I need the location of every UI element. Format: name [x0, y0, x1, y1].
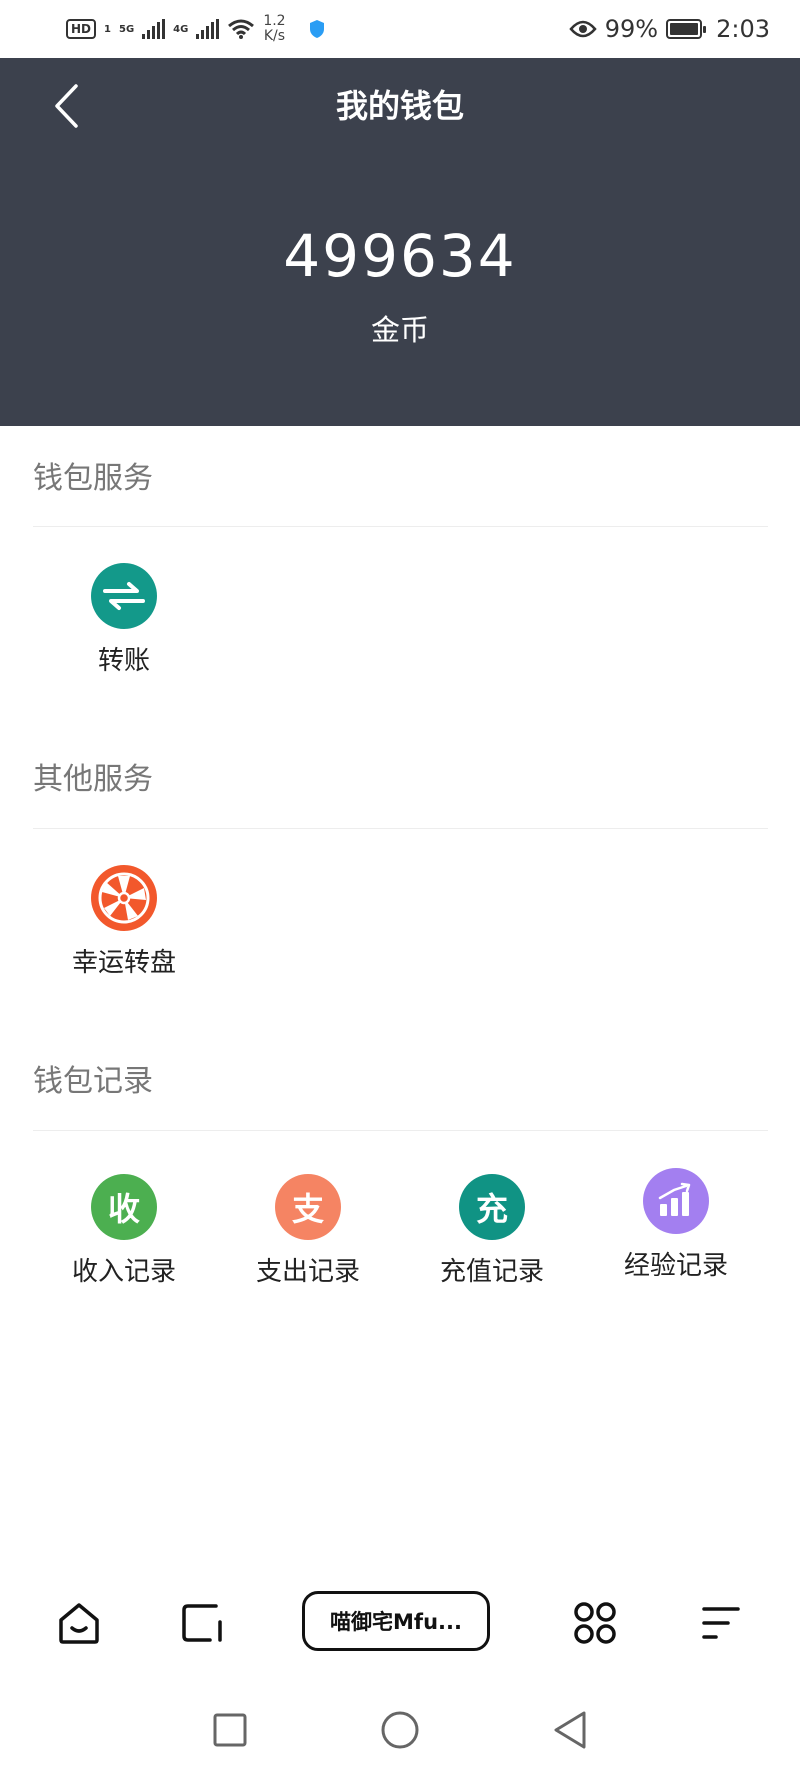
battery-percent: 99% — [604, 15, 659, 43]
expense-record-button[interactable]: 支 支出记录 — [216, 1174, 400, 1292]
recharge-icon: 充 — [459, 1174, 525, 1240]
section-title-other-service: 其他服务 — [33, 762, 153, 797]
speed-unit: K/s — [263, 28, 286, 44]
chart-icon — [643, 1168, 709, 1234]
circle-icon — [381, 1711, 419, 1749]
section-title-wallet-records: 钱包记录 — [33, 1064, 153, 1099]
recharge-record-label: 充值记录 — [439, 1257, 544, 1287]
signal-icon — [142, 19, 166, 39]
system-nav — [0, 1690, 800, 1770]
home-system-button[interactable] — [378, 1708, 422, 1752]
page-title: 我的钱包 — [335, 87, 464, 125]
current-page-pill[interactable]: 喵御宅Mfu... — [302, 1591, 490, 1651]
network-speed: 1.2 K/s — [263, 14, 285, 44]
window-icon — [182, 1604, 222, 1642]
home-icon — [59, 1603, 99, 1644]
status-left: HD 1 5G 4G 1.2 K/s — [66, 10, 326, 48]
battery-icon — [666, 19, 707, 39]
square-icon — [213, 1713, 247, 1747]
transfer-button[interactable]: 转账 — [32, 563, 216, 681]
back-system-button[interactable] — [548, 1708, 592, 1752]
transfer-icon — [91, 563, 157, 629]
lucky-wheel-label: 幸运转盘 — [71, 948, 176, 978]
apps-button[interactable] — [565, 1593, 625, 1653]
currency-label: 金币 — [370, 313, 429, 347]
divider — [33, 828, 768, 829]
net-type-1: 5G — [118, 23, 135, 35]
speed-value: 1.2 — [263, 13, 286, 29]
eye-icon — [569, 20, 597, 38]
coin-balance: 499634 — [283, 222, 517, 290]
menu-button[interactable] — [690, 1593, 750, 1653]
income-record-label: 收入记录 — [71, 1257, 176, 1287]
wallet-header: 我的钱包 499634 金币 — [0, 58, 800, 426]
clock: 2:03 — [716, 15, 770, 43]
recents-button[interactable] — [208, 1708, 252, 1752]
hd-badge: HD — [66, 19, 97, 39]
income-icon: 收 — [91, 1174, 157, 1240]
income-record-button[interactable]: 收 收入记录 — [32, 1174, 216, 1292]
grid-icon — [574, 1602, 616, 1644]
status-bar: HD 1 5G 4G 1.2 K/s 99% 2:03 — [0, 0, 800, 58]
experience-record-label: 经验记录 — [623, 1251, 728, 1281]
bottom-nav: 喵御宅Mfu... — [0, 1575, 800, 1671]
net-type-2: 4G — [173, 23, 189, 35]
wifi-icon — [228, 19, 255, 39]
status-right: 99% 2:03 — [569, 10, 770, 48]
divider — [33, 1130, 768, 1131]
lucky-wheel-button[interactable]: 幸运转盘 — [32, 865, 216, 983]
divider — [33, 526, 768, 527]
signal-icon — [196, 19, 220, 39]
transfer-label: 转账 — [97, 646, 150, 676]
expense-record-label: 支出记录 — [255, 1257, 360, 1287]
expense-icon: 支 — [275, 1174, 341, 1240]
home-button[interactable] — [49, 1593, 109, 1653]
sim-slot: 1 — [104, 23, 111, 35]
shield-icon — [309, 20, 324, 38]
recharge-record-button[interactable]: 充 充值记录 — [400, 1174, 584, 1292]
menu-icon — [702, 1607, 740, 1639]
triangle-back-icon — [554, 1711, 586, 1749]
window-button[interactable] — [172, 1593, 232, 1653]
section-title-wallet-service: 钱包服务 — [33, 461, 153, 496]
experience-record-button[interactable]: 经验记录 — [584, 1168, 768, 1286]
lucky-wheel-icon — [91, 865, 157, 931]
